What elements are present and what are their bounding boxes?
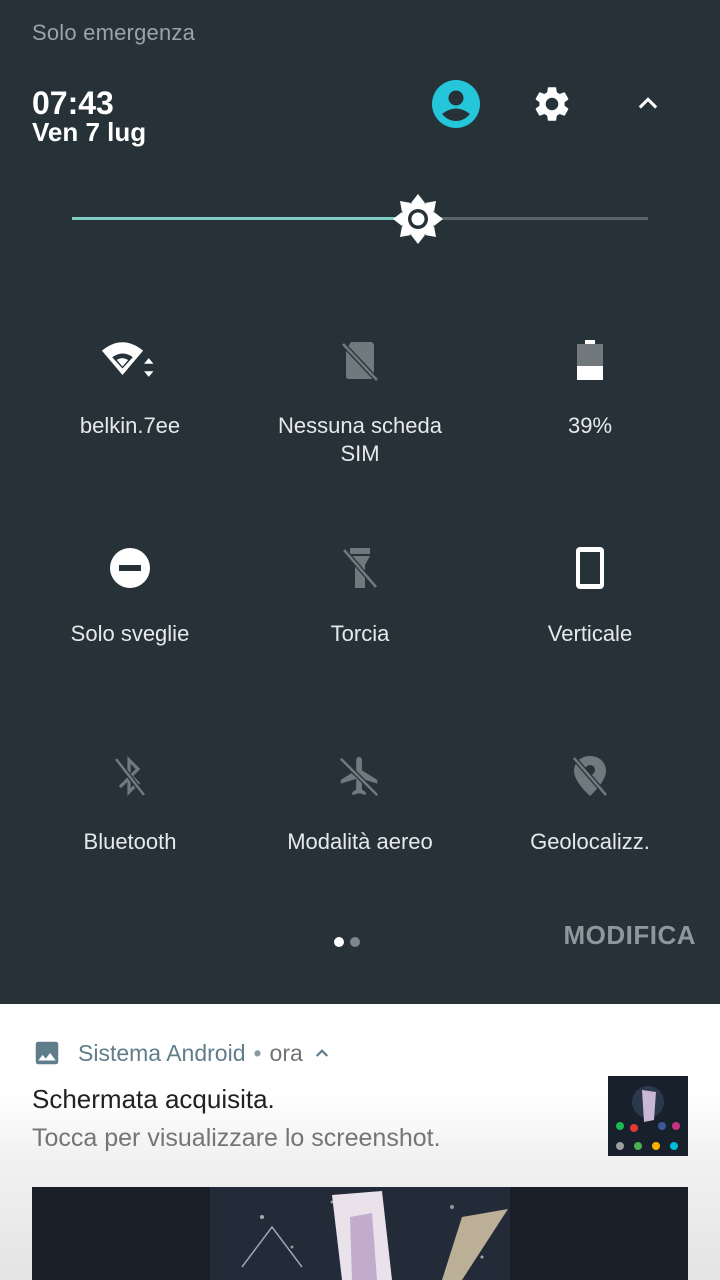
tile-label: Verticale	[547, 621, 633, 646]
clock[interactable]: 07:43	[32, 86, 114, 120]
notification-app-name: Sistema Android	[78, 1039, 246, 1066]
tile-battery[interactable]: 39%	[475, 330, 705, 480]
page-dot	[350, 937, 360, 947]
no-sim-icon	[341, 342, 379, 382]
tile-label: Torcia	[330, 621, 390, 646]
bluetooth-off-icon	[114, 756, 146, 797]
account-circle-icon	[432, 80, 480, 128]
collapse-button[interactable]	[620, 76, 676, 132]
flashlight-icon-wrap	[330, 538, 390, 598]
notification-card[interactable]: Sistema Android • ora Schermata acquisit…	[0, 1004, 720, 1280]
screenshot-preview[interactable]	[32, 1187, 688, 1280]
tile-location[interactable]: Geolocalizz.	[475, 746, 705, 866]
tile-label: Bluetooth	[83, 829, 177, 854]
no-sim-icon-wrap	[330, 330, 390, 390]
rotation-icon-wrap	[560, 538, 620, 598]
tile-label: belkin.7ee	[79, 413, 181, 438]
location-off-icon	[572, 756, 608, 797]
brightness-slider[interactable]	[72, 193, 648, 245]
notification-header: Sistema Android • ora	[32, 1038, 331, 1068]
do-not-disturb-icon	[110, 548, 150, 588]
portrait-rotation-icon	[576, 547, 604, 589]
user-button[interactable]	[428, 76, 484, 132]
tile-label: 39%	[567, 413, 613, 438]
page-dot-active	[334, 937, 344, 947]
screenshot-preview-image	[32, 1187, 688, 1280]
tile-label: Geolocalizz.	[530, 829, 650, 854]
location-icon-wrap	[560, 746, 620, 806]
tile-dnd[interactable]: Solo sveglie	[15, 538, 245, 658]
tile-airplane[interactable]: Modalità aereo	[245, 746, 475, 866]
tile-label: Solo sveglie	[70, 621, 190, 646]
tile-rotation[interactable]: Verticale	[475, 538, 705, 658]
settings-button[interactable]	[524, 76, 580, 132]
status-text: Solo emergenza	[32, 20, 196, 45]
page-indicator	[334, 934, 366, 952]
gear-icon	[535, 87, 569, 121]
bluetooth-icon-wrap	[100, 746, 160, 806]
screenshot-thumbnail[interactable]	[608, 1076, 688, 1156]
brightness-fill	[72, 217, 418, 220]
date[interactable]: Ven 7 lug	[32, 118, 146, 146]
wifi-icon-wrap	[100, 330, 160, 390]
chevron-up-icon[interactable]	[313, 1044, 331, 1062]
dnd-icon-wrap	[100, 538, 160, 598]
tile-flashlight[interactable]: Torcia	[245, 538, 475, 658]
airplane-off-icon	[339, 756, 380, 797]
tile-label: Nessuna scheda SIM	[245, 412, 475, 468]
tile-wifi[interactable]: belkin.7ee	[15, 330, 245, 480]
battery-icon-wrap	[560, 330, 620, 390]
wifi-icon	[101, 342, 154, 377]
edit-button[interactable]: MODIFICA	[563, 920, 696, 951]
notification-title: Schermata acquisita.	[32, 1084, 275, 1114]
flashlight-off-icon	[342, 548, 378, 589]
chevron-up-icon	[638, 97, 658, 109]
tile-bluetooth[interactable]: Bluetooth	[15, 746, 245, 866]
brightness-icon	[393, 194, 443, 244]
battery-icon	[577, 340, 603, 380]
tile-label: Modalità aereo	[287, 829, 433, 854]
tile-label-line2: SIM	[340, 441, 380, 466]
image-icon	[35, 1041, 59, 1065]
tile-sim[interactable]: Nessuna scheda SIM	[245, 330, 475, 480]
brightness-thumb[interactable]	[392, 193, 444, 245]
screenshot-thumbnail-image	[608, 1076, 688, 1156]
notification-separator: •	[253, 1039, 262, 1066]
notification-time: ora	[269, 1039, 303, 1066]
notification-text: Tocca per visualizzare lo screenshot.	[32, 1124, 441, 1152]
tile-label-line1: Nessuna scheda	[278, 413, 442, 438]
airplane-icon-wrap	[330, 746, 390, 806]
